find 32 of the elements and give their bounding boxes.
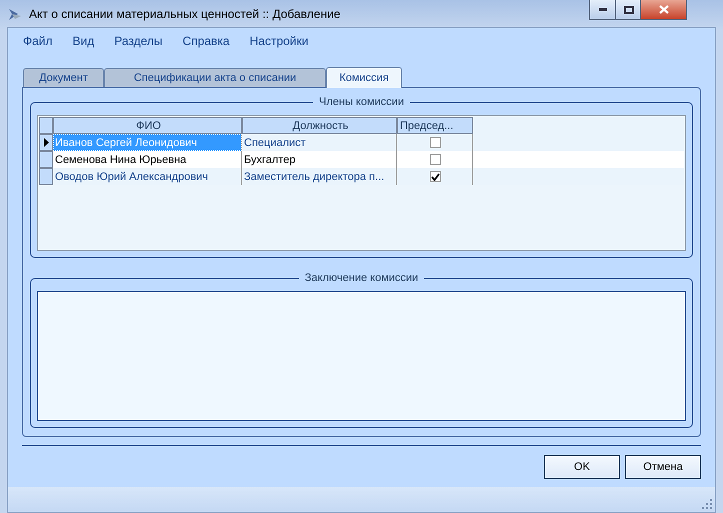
ok-button[interactable]: OK: [544, 455, 620, 479]
minimize-icon: [599, 8, 607, 11]
column-header[interactable]: Председ...: [397, 117, 473, 134]
table-cell: Заместитель директора п...: [242, 168, 397, 185]
conclusion-field[interactable]: [37, 291, 686, 421]
close-button[interactable]: [640, 0, 687, 20]
close-icon: [658, 5, 668, 14]
checkbox[interactable]: [430, 171, 441, 182]
menu-item[interactable]: Справка: [182, 34, 230, 48]
table-cell: Оводов Юрий Александрович: [53, 168, 242, 185]
menu-item[interactable]: Настройки: [250, 34, 308, 48]
column-header[interactable]: ФИО: [53, 117, 242, 134]
menu-item[interactable]: Вид: [72, 34, 94, 48]
tab[interactable]: Документ: [23, 68, 104, 87]
checkbox[interactable]: [430, 137, 441, 148]
resize-grip-icon: [702, 499, 712, 509]
checkbox[interactable]: [430, 154, 441, 165]
tab[interactable]: Спецификации акта о списании: [104, 68, 326, 87]
menu-item[interactable]: Разделы: [114, 34, 163, 48]
check-icon: [431, 172, 440, 180]
table-cell: Иванов Сергей Леонидович: [53, 134, 242, 151]
current-row-icon: [44, 138, 48, 147]
window-title: Акт о списании материальных ценностей :: Добавление: [29, 6, 340, 20]
column-header[interactable]: Должность: [242, 117, 397, 134]
cancel-button[interactable]: Отмена: [625, 455, 701, 479]
maximize-button[interactable]: [615, 0, 642, 20]
maximize-icon: [624, 6, 634, 14]
tab[interactable]: Комиссия: [326, 67, 402, 88]
row-indicator[interactable]: [39, 134, 53, 151]
minimize-button[interactable]: [589, 0, 617, 20]
header-corner: [39, 117, 53, 134]
menu-item[interactable]: Файл: [23, 34, 53, 48]
